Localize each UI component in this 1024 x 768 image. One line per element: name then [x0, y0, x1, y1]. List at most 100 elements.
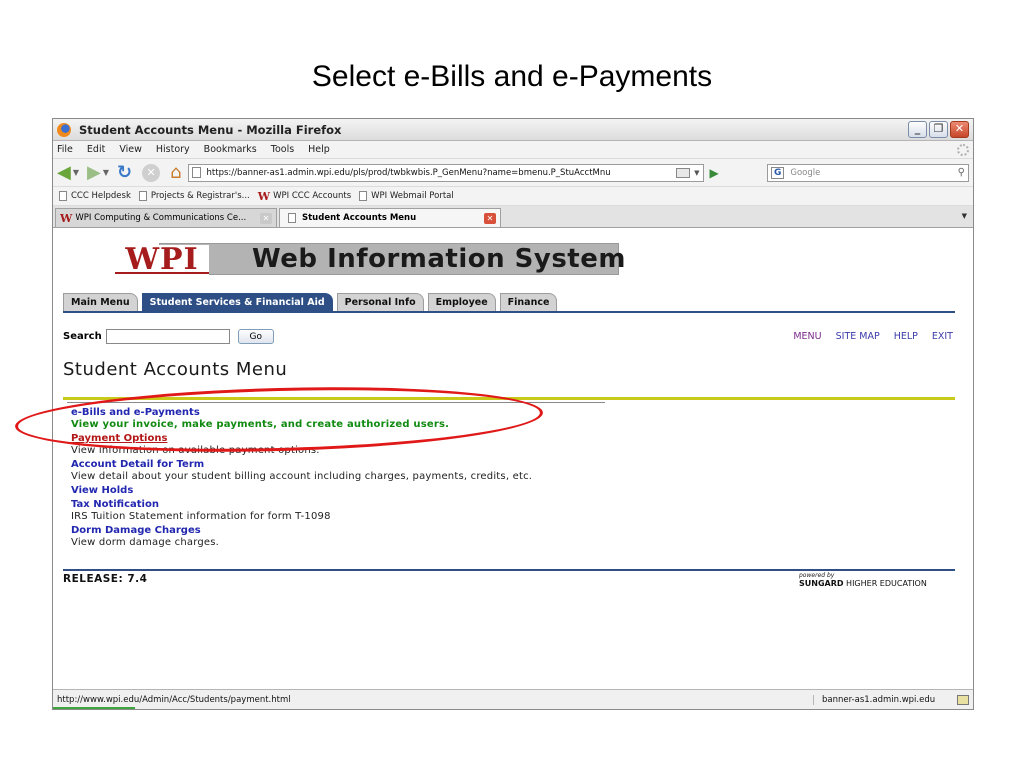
help-link[interactable]: HELP	[894, 331, 918, 342]
page-icon	[359, 191, 368, 201]
nav-tab-finance[interactable]: Finance	[499, 293, 558, 311]
list-item: Payment Options View information on avai…	[71, 433, 691, 457]
menu-bar: File Edit View History Bookmarks Tools H…	[53, 141, 973, 159]
site-map-link[interactable]: SITE MAP	[836, 331, 880, 342]
browser-window: Student Accounts Menu - Mozilla Firefox …	[52, 118, 974, 710]
list-item: Tax Notification IRS Tuition Statement i…	[71, 499, 691, 523]
tab-close-icon[interactable]: ✕	[484, 212, 496, 224]
menu-item-desc: View information on available payment op…	[71, 445, 320, 456]
account-detail-link[interactable]: Account Detail for Term	[71, 459, 691, 471]
powered-by-text: powered by	[799, 572, 835, 579]
url-bar[interactable]: https://banner-as1.admin.wpi.edu/pls/pro…	[187, 163, 704, 182]
go-icon[interactable]: ▶	[710, 166, 719, 180]
stop-icon[interactable]: ✕	[142, 163, 161, 182]
exit-link[interactable]: EXIT	[932, 331, 953, 342]
bookmark-projects-registrar[interactable]: Projects & Registrar's...	[138, 191, 250, 201]
release-label: RELEASE: 7.4	[63, 573, 148, 585]
list-item: View Holds	[71, 485, 691, 497]
window-title: Student Accounts Menu - Mozilla Firefox	[79, 122, 342, 137]
nav-divider	[63, 311, 955, 313]
menu-tools[interactable]: Tools	[271, 144, 294, 155]
list-item: Dorm Damage Charges View dorm damage cha…	[71, 525, 691, 549]
nav-tab-student-services[interactable]: Student Services & Financial Aid	[141, 293, 333, 311]
sungard-brand-rest: HIGHER EDUCATION	[843, 579, 927, 588]
reload-icon[interactable]: ↻	[117, 162, 132, 183]
back-dropdown-icon[interactable]: ▼	[73, 168, 79, 177]
menu-bookmarks[interactable]: Bookmarks	[204, 144, 257, 155]
tax-notification-link[interactable]: Tax Notification	[71, 499, 691, 511]
menu-item-desc: View dorm damage charges.	[71, 537, 220, 548]
tab-label: WPI Computing & Communications Ce...	[75, 213, 247, 223]
view-holds-link[interactable]: View Holds	[71, 485, 691, 497]
magnifier-icon[interactable]: ⚲	[958, 167, 965, 178]
forward-dropdown-icon[interactable]: ▼	[103, 168, 109, 177]
footer-divider	[63, 569, 955, 571]
sungard-logo: powered by SUNGARD HIGHER EDUCATION	[799, 572, 969, 588]
progress-bar	[53, 707, 135, 709]
lock-icon[interactable]	[957, 694, 969, 705]
nav-tab-employee[interactable]: Employee	[427, 293, 496, 311]
ssl-icon[interactable]	[676, 167, 691, 178]
firefox-icon	[57, 122, 71, 137]
search-engine-icon[interactable]: G	[771, 166, 785, 179]
home-icon[interactable]: ⌂	[170, 162, 181, 183]
menu-top-divider	[67, 402, 605, 403]
menu-view[interactable]: View	[119, 144, 142, 155]
search-label: Search	[63, 331, 102, 342]
bookmark-label: WPI Webmail Portal	[371, 191, 454, 201]
dorm-damage-link[interactable]: Dorm Damage Charges	[71, 525, 691, 537]
page-icon	[288, 213, 296, 223]
bookmark-label: Projects & Registrar's...	[150, 191, 250, 201]
tab-label: Student Accounts Menu	[302, 213, 417, 223]
status-host: banner-as1.admin.wpi.edu	[813, 694, 953, 705]
wpi-w-icon: W	[257, 189, 271, 203]
bookmark-wpi-ccc-accounts[interactable]: W WPI CCC Accounts	[258, 190, 351, 203]
search-placeholder: Google	[790, 167, 821, 178]
window-titlebar: Student Accounts Menu - Mozilla Firefox …	[53, 119, 973, 141]
menu-edit[interactable]: Edit	[87, 144, 105, 155]
top-links: MENU SITE MAP HELP EXIT	[793, 331, 953, 342]
menu-item-desc: View detail about your student billing a…	[71, 471, 533, 482]
list-item: Account Detail for Term View detail abou…	[71, 459, 691, 483]
page-icon	[138, 191, 147, 201]
status-url: http://www.wpi.edu/Admin/Acc/Students/pa…	[57, 694, 291, 705]
forward-icon[interactable]: ▶	[87, 162, 101, 183]
menu-link[interactable]: MENU	[793, 331, 821, 342]
bookmarks-toolbar: CCC Helpdesk Projects & Registrar's... W…	[53, 187, 973, 206]
tab-close-icon[interactable]: ✕	[260, 212, 272, 224]
go-button[interactable]: Go	[237, 329, 274, 344]
bookmark-wpi-webmail[interactable]: WPI Webmail Portal	[359, 191, 454, 201]
minimize-button[interactable]: _	[908, 121, 927, 138]
nav-tab-personal-info[interactable]: Personal Info	[336, 293, 424, 311]
title-divider	[63, 397, 955, 400]
nav-tab-main-menu[interactable]: Main Menu	[63, 293, 138, 311]
search-bar[interactable]: G Google ⚲	[767, 163, 969, 182]
tab-student-accounts[interactable]: Student Accounts Menu ✕	[279, 208, 501, 227]
menu-list: e-Bills and e-Payments View your invoice…	[71, 407, 691, 551]
tab-strip: W WPI Computing & Communications Ce... ✕…	[53, 206, 973, 228]
tab-list-dropdown-icon[interactable]: ▼	[962, 212, 967, 220]
tab-wpi-computing[interactable]: W WPI Computing & Communications Ce... ✕	[55, 208, 277, 227]
wis-banner: Web Information System	[159, 243, 625, 275]
bookmark-ccc-helpdesk[interactable]: CCC Helpdesk	[59, 191, 131, 201]
wpi-logo[interactable]: WPI	[115, 245, 209, 275]
site-search: Search Go	[63, 329, 274, 344]
back-icon[interactable]: ◀	[57, 162, 71, 183]
url-dropdown-icon[interactable]: ▼	[694, 169, 699, 177]
navigation-toolbar: ◀ ▼ ▶ ▼ ↻ ✕ ⌂ https://banner-as1.admin.w…	[53, 159, 973, 187]
url-text[interactable]: https://banner-as1.admin.wpi.edu/pls/pro…	[207, 168, 673, 178]
page-icon	[191, 167, 201, 178]
menu-help[interactable]: Help	[308, 144, 330, 155]
close-button[interactable]: ✕	[950, 121, 969, 138]
throbber-icon	[957, 143, 969, 156]
menu-history[interactable]: History	[156, 144, 190, 155]
menu-item-desc: View your invoice, make payments, and cr…	[71, 419, 450, 430]
restore-button[interactable]: ❐	[929, 121, 948, 138]
banner-text: Web Information System	[252, 244, 626, 274]
e-bills-link[interactable]: e-Bills and e-Payments	[71, 407, 691, 419]
menu-item-desc: IRS Tuition Statement information for fo…	[71, 511, 331, 522]
window-controls: _ ❐ ✕	[908, 121, 969, 138]
menu-file[interactable]: File	[57, 144, 73, 155]
payment-options-link[interactable]: Payment Options	[71, 433, 691, 445]
search-input[interactable]	[105, 329, 230, 344]
